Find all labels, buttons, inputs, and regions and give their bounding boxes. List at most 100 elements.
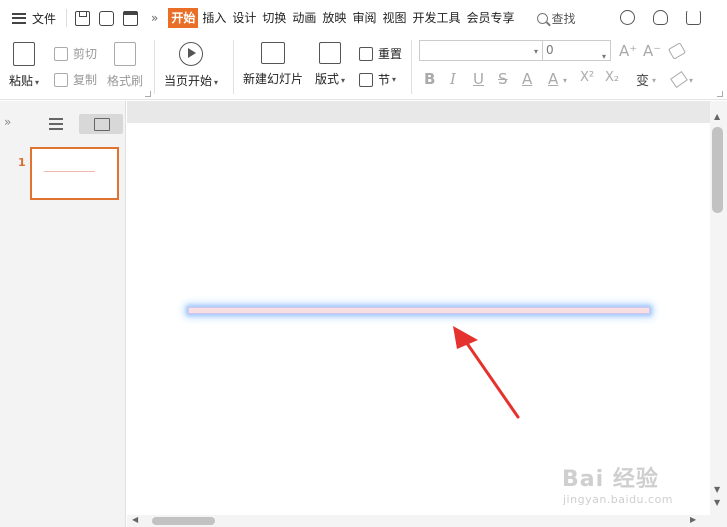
paste-dropdown-icon: ▾: [35, 78, 40, 87]
section-dropdown-icon: ▾: [392, 75, 397, 84]
section-icon: [359, 72, 373, 87]
layout-icon: [319, 42, 342, 64]
reset-label: 重置: [378, 47, 403, 61]
file-menu[interactable]: 文件: [0, 10, 66, 27]
cloud-icon[interactable]: [620, 10, 635, 25]
tab-view[interactable]: 视图: [380, 8, 408, 28]
vertical-scrollbar[interactable]: ▲ ▼ ▼: [710, 101, 727, 515]
layout-label: 版式: [315, 72, 340, 86]
paste-label: 粘贴: [9, 74, 34, 88]
phonetic-guide-button[interactable]: 变: [636, 70, 649, 89]
cut-button[interactable]: 剪切: [54, 45, 97, 62]
clipboard-dialog-launcher[interactable]: [145, 91, 151, 97]
font-size-select[interactable]: 0 ▾: [543, 40, 611, 61]
window-actions: [620, 10, 701, 25]
slides-panel: » 1: [0, 101, 126, 527]
slide-number: 1: [18, 156, 26, 169]
shrink-font-button[interactable]: A⁻: [643, 42, 661, 60]
annotation-arrow: [453, 326, 520, 419]
strikethrough-button[interactable]: S: [498, 70, 508, 88]
tab-slideshow[interactable]: 放映: [320, 8, 348, 28]
arrow-shaft: [462, 337, 520, 419]
ribbon-tabs: 开始 插入 设计 切换 动画 放映 审阅 视图 开发工具 会员专享: [168, 0, 518, 36]
watermark: Bai 经验 jingyan.baidu.com: [562, 461, 673, 506]
superscript-button[interactable]: X²: [580, 70, 594, 85]
scroll-right-icon[interactable]: ▶: [690, 515, 696, 524]
save-icon[interactable]: [75, 10, 90, 26]
previous-slide-icon[interactable]: ▼: [714, 485, 720, 494]
copy-button[interactable]: 复制: [54, 71, 97, 88]
reset-button[interactable]: 重置: [359, 45, 402, 62]
paste-button[interactable]: 粘贴 ▾: [9, 42, 39, 89]
layout-button[interactable]: 版式 ▾: [315, 42, 345, 87]
new-slide-button[interactable]: 新建幻灯片: [243, 42, 303, 87]
cut-icon: [54, 46, 68, 61]
font-name-select[interactable]: ▾: [419, 40, 543, 61]
divider: [154, 40, 155, 94]
highlight-dropdown-icon[interactable]: ▾: [689, 76, 693, 85]
more-tools-button[interactable]: »: [151, 11, 158, 25]
print-icon[interactable]: [123, 10, 138, 26]
subscript-button[interactable]: X₂: [605, 70, 619, 85]
bold-button[interactable]: B: [424, 70, 435, 88]
tab-developer[interactable]: 开发工具: [410, 8, 462, 28]
file-menu-label: 文件: [32, 11, 57, 26]
copy-label: 复制: [73, 73, 98, 87]
outline-view-icon[interactable]: [49, 118, 63, 131]
font-color-dropdown-icon[interactable]: ▾: [563, 76, 567, 85]
copy-icon: [54, 72, 68, 87]
new-slide-icon: [261, 42, 285, 64]
scroll-up-icon[interactable]: ▲: [714, 112, 720, 121]
horizontal-scrollbar[interactable]: ◀ ▶: [127, 515, 727, 527]
divider: [233, 40, 234, 94]
thumbnail-view-icon[interactable]: [79, 114, 123, 134]
play-icon: [179, 42, 204, 66]
tab-insert[interactable]: 插入: [200, 8, 228, 28]
slide-thumbnail[interactable]: [30, 147, 119, 200]
section-label: 节: [378, 73, 391, 87]
scroll-down-icon[interactable]: ▼: [714, 498, 720, 507]
tab-home[interactable]: 开始: [168, 8, 199, 28]
user-icon[interactable]: [653, 10, 668, 25]
grow-font-button[interactable]: A⁺: [619, 42, 637, 60]
collapse-panel-button[interactable]: »: [4, 115, 12, 129]
play-from-current-label: 当页开始: [164, 74, 213, 88]
horizontal-scroll-thumb[interactable]: [152, 517, 215, 525]
phonetic-dropdown-icon[interactable]: ▾: [652, 76, 656, 85]
play-from-current-button[interactable]: 当页开始 ▾: [164, 42, 218, 89]
format-painter-label: 格式刷: [107, 74, 144, 88]
share-icon[interactable]: [686, 10, 701, 25]
watermark-url: jingyan.baidu.com: [563, 493, 674, 506]
redo-icon[interactable]: [99, 10, 114, 26]
search-button[interactable]: 查找: [536, 10, 576, 27]
divider: [411, 40, 412, 94]
tab-transitions[interactable]: 切换: [260, 8, 288, 28]
font-name-dropdown-icon: ▾: [533, 47, 538, 56]
tab-animations[interactable]: 动画: [290, 8, 318, 28]
format-painter-button[interactable]: 格式刷: [107, 42, 143, 89]
arrow-head: [453, 326, 478, 349]
tab-member[interactable]: 会员专享: [464, 8, 516, 28]
font-size-value: 0: [546, 43, 554, 57]
font-color-button[interactable]: A: [548, 70, 558, 88]
search-icon: [536, 12, 548, 24]
format-painter-icon: [114, 42, 136, 66]
menu-bar: 文件 » 开始 插入 设计 切换 动画 放映 审阅 视图 开发工具 会员专享 查…: [0, 0, 727, 36]
slide[interactable]: [127, 123, 710, 515]
text-shadow-button[interactable]: A: [522, 70, 532, 88]
play-dropdown-icon: ▾: [214, 78, 219, 87]
underline-button[interactable]: U: [473, 70, 484, 88]
highlight-icon[interactable]: [670, 70, 688, 89]
scroll-left-icon[interactable]: ◀: [132, 515, 138, 524]
font-dialog-launcher[interactable]: [717, 91, 723, 97]
tab-review[interactable]: 审阅: [350, 8, 378, 28]
new-slide-label: 新建幻灯片: [243, 72, 304, 86]
italic-button[interactable]: I: [450, 70, 456, 88]
section-button[interactable]: 节 ▾: [359, 71, 396, 88]
slide-canvas: [127, 101, 710, 515]
quick-access-toolbar: »: [66, 9, 158, 27]
tab-design[interactable]: 设计: [230, 8, 258, 28]
reset-icon: [359, 46, 373, 61]
clear-format-icon[interactable]: [667, 42, 687, 60]
vertical-scroll-thumb[interactable]: [712, 127, 723, 213]
